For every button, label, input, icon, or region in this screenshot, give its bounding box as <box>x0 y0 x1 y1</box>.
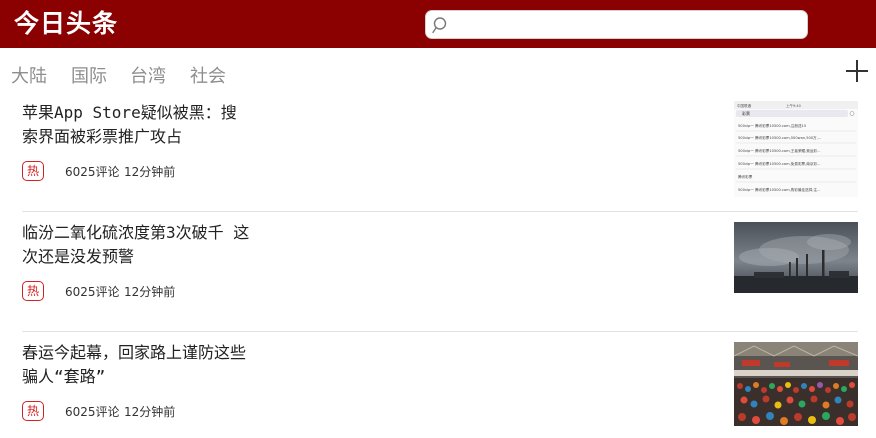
search-box[interactable] <box>425 10 808 39</box>
thumb-result-line: 腾讯彩票 <box>738 174 753 179</box>
comment-count: 6025评论 <box>65 285 120 299</box>
divider <box>22 211 858 212</box>
thumb-status-time: 上午9:40 <box>786 103 801 108</box>
tab-taiwan[interactable]: 台湾 <box>130 62 166 88</box>
thumb-status-carrier: 中国联通 <box>737 103 751 108</box>
article-thumbnail[interactable] <box>734 342 858 426</box>
divider <box>22 331 858 332</box>
article-title[interactable]: 临汾二氧化硫浓度第3次破千 这次还是没发预警 <box>22 221 252 269</box>
thumb-result-line: 500vip一 腾讯彩票10500.com,购彩最佳选择,注... <box>738 187 821 192</box>
tab-mainland[interactable]: 大陆 <box>11 62 47 88</box>
article-item[interactable]: 春运今起幕，回家路上谨防这些骗人“套路” 热 6025评论 12分钟前 <box>22 341 858 438</box>
thumb-result-line: 500vip一 腾讯彩票10500.com,免费彩票,南京彩... <box>738 161 821 166</box>
search-input[interactable] <box>454 15 798 37</box>
article-item[interactable]: 苹果App Store疑似被黑：搜索界面被彩票推广攻占 热 6025评论 12分… <box>22 101 858 209</box>
article-title[interactable]: 春运今起幕，回家路上谨防这些骗人“套路” <box>22 341 252 389</box>
hot-badge: 热 <box>22 161 44 181</box>
comment-count: 6025评论 <box>65 165 120 179</box>
search-icon <box>432 17 447 34</box>
top-bar: 今日头条 <box>0 0 876 48</box>
hot-badge: 热 <box>22 401 44 421</box>
thumb-result-line: 500vip一 腾讯彩票10500.com,王者荣耀,奥运彩... <box>738 148 821 153</box>
tab-society[interactable]: 社会 <box>190 62 226 88</box>
thumb-result-line: 500vip一 腾讯彩票10500.com,500wan,500万,... <box>738 135 821 140</box>
add-category-icon[interactable] <box>846 60 868 82</box>
article-title[interactable]: 苹果App Store疑似被黑：搜索界面被彩票推广攻占 <box>22 101 252 149</box>
comment-count: 6025评论 <box>65 405 120 419</box>
tab-international[interactable]: 国际 <box>71 62 107 88</box>
article-thumbnail[interactable] <box>734 222 858 293</box>
category-tabs: 大陆 国际 台湾 社会 <box>0 48 876 96</box>
article-item[interactable]: 临汾二氧化硫浓度第3次破千 这次还是没发预警 热 6025评论 12分钟前 <box>22 221 858 321</box>
publish-time: 12分钟前 <box>124 405 176 419</box>
thumb-search-term: 彩票 <box>742 110 750 116</box>
thumb-result-line: 500vip一 腾讯彩票10500.com,注册送15 <box>738 123 806 128</box>
publish-time: 12分钟前 <box>124 165 176 179</box>
app-logo: 今日头条 <box>14 9 119 38</box>
article-thumbnail[interactable]: 中国联通 上午9:40 彩票 500vip一 腾讯彩票10500.com,注册送… <box>734 101 858 197</box>
hot-badge: 热 <box>22 281 44 301</box>
publish-time: 12分钟前 <box>124 285 176 299</box>
